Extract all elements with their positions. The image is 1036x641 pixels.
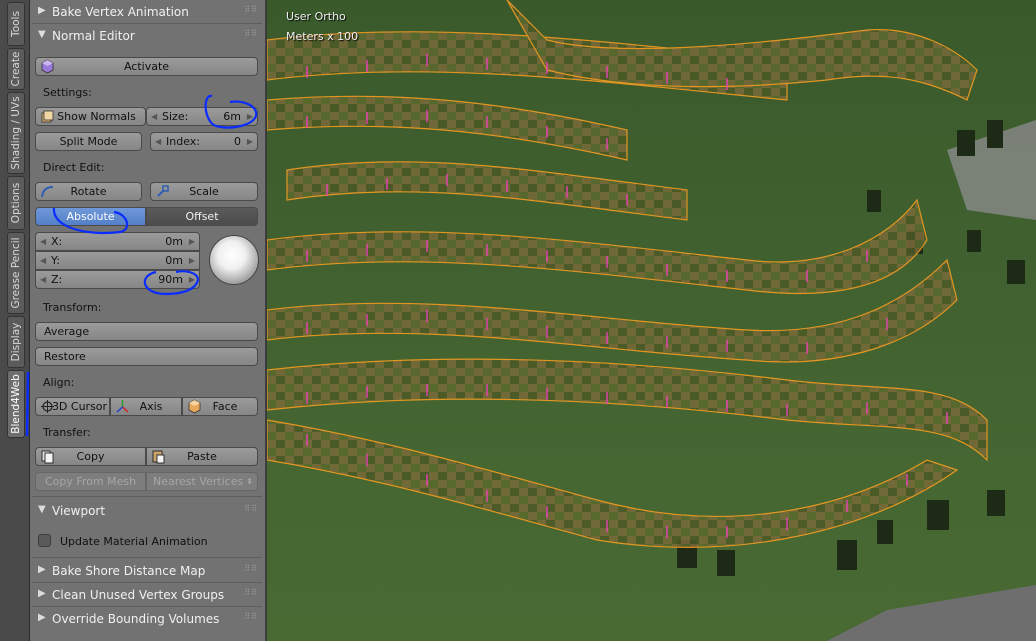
3d-viewport[interactable]: User Ortho Meters x 100	[267, 0, 1036, 641]
annotation-circle-size	[204, 94, 258, 129]
annotation-tab-mark	[25, 371, 30, 437]
annotation-circle-absolute	[52, 207, 129, 235]
grid-scale-label: Meters x 100	[286, 30, 359, 43]
viewport-scene	[267, 0, 1036, 641]
tool-shelf-panel: ▶ Bake Vertex Animation ⠿⠿ ▼ Normal Edit…	[30, 0, 266, 641]
view-name-label: User Ortho	[286, 10, 346, 23]
annotation-overlay	[52, 94, 258, 296]
annotation-circle-z	[143, 270, 200, 296]
